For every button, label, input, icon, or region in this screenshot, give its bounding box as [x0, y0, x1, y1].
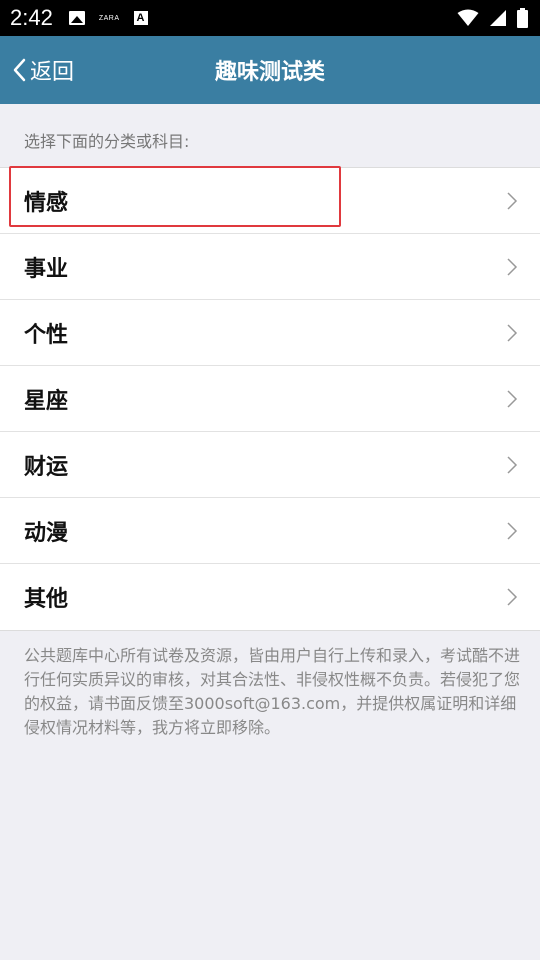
category-label: 星座: [24, 388, 69, 414]
zara-notification-icon: ZARA: [98, 14, 120, 22]
chevron-left-icon: [13, 58, 26, 82]
chevron-right-icon: [507, 521, 518, 540]
category-list: 情感 事业 个性 星座 财运 动漫 其他: [0, 167, 540, 631]
signal-icon: [490, 10, 506, 26]
category-item-anime[interactable]: 动漫: [0, 498, 540, 564]
category-label: 情感: [24, 190, 69, 216]
back-label: 返回: [30, 60, 75, 85]
category-label: 其他: [24, 587, 69, 612]
chevron-right-icon: [507, 389, 518, 408]
status-time: 2:42: [10, 5, 53, 30]
system-icons: [457, 8, 528, 28]
nav-bar: 返回 趣味测试类: [0, 36, 540, 104]
back-button[interactable]: 返回: [12, 36, 74, 104]
disclaimer-text: 公共题库中心所有试卷及资源，皆由用户自行上传和录入，考试酷不进行任何实质异议的审…: [24, 646, 521, 737]
chevron-right-icon: [507, 257, 518, 276]
category-item-emotion[interactable]: 情感: [0, 168, 540, 234]
status-bar: 2:42 ZARA A: [0, 0, 540, 36]
section-header: 选择下面的分类或科目:: [24, 132, 190, 151]
wifi-icon: [457, 9, 479, 26]
category-item-career[interactable]: 事业: [0, 234, 540, 300]
chevron-right-icon: [507, 455, 518, 474]
category-item-other[interactable]: 其他: [0, 564, 540, 630]
category-item-constellation[interactable]: 星座: [0, 366, 540, 432]
category-label: 事业: [24, 256, 69, 282]
category-label: 个性: [24, 322, 69, 348]
category-label: 财运: [24, 454, 69, 480]
category-item-personality[interactable]: 个性: [0, 300, 540, 366]
chevron-right-icon: [507, 191, 518, 210]
notification-icons: ZARA A: [68, 11, 148, 25]
battery-icon: [517, 8, 528, 28]
image-notification-icon: [68, 11, 85, 25]
category-item-wealth[interactable]: 财运: [0, 432, 540, 498]
font-notification-icon: A: [133, 11, 148, 25]
page-title: 趣味测试类: [214, 60, 325, 85]
chevron-right-icon: [507, 323, 518, 342]
chevron-right-icon: [507, 588, 518, 606]
category-label: 动漫: [24, 520, 69, 546]
